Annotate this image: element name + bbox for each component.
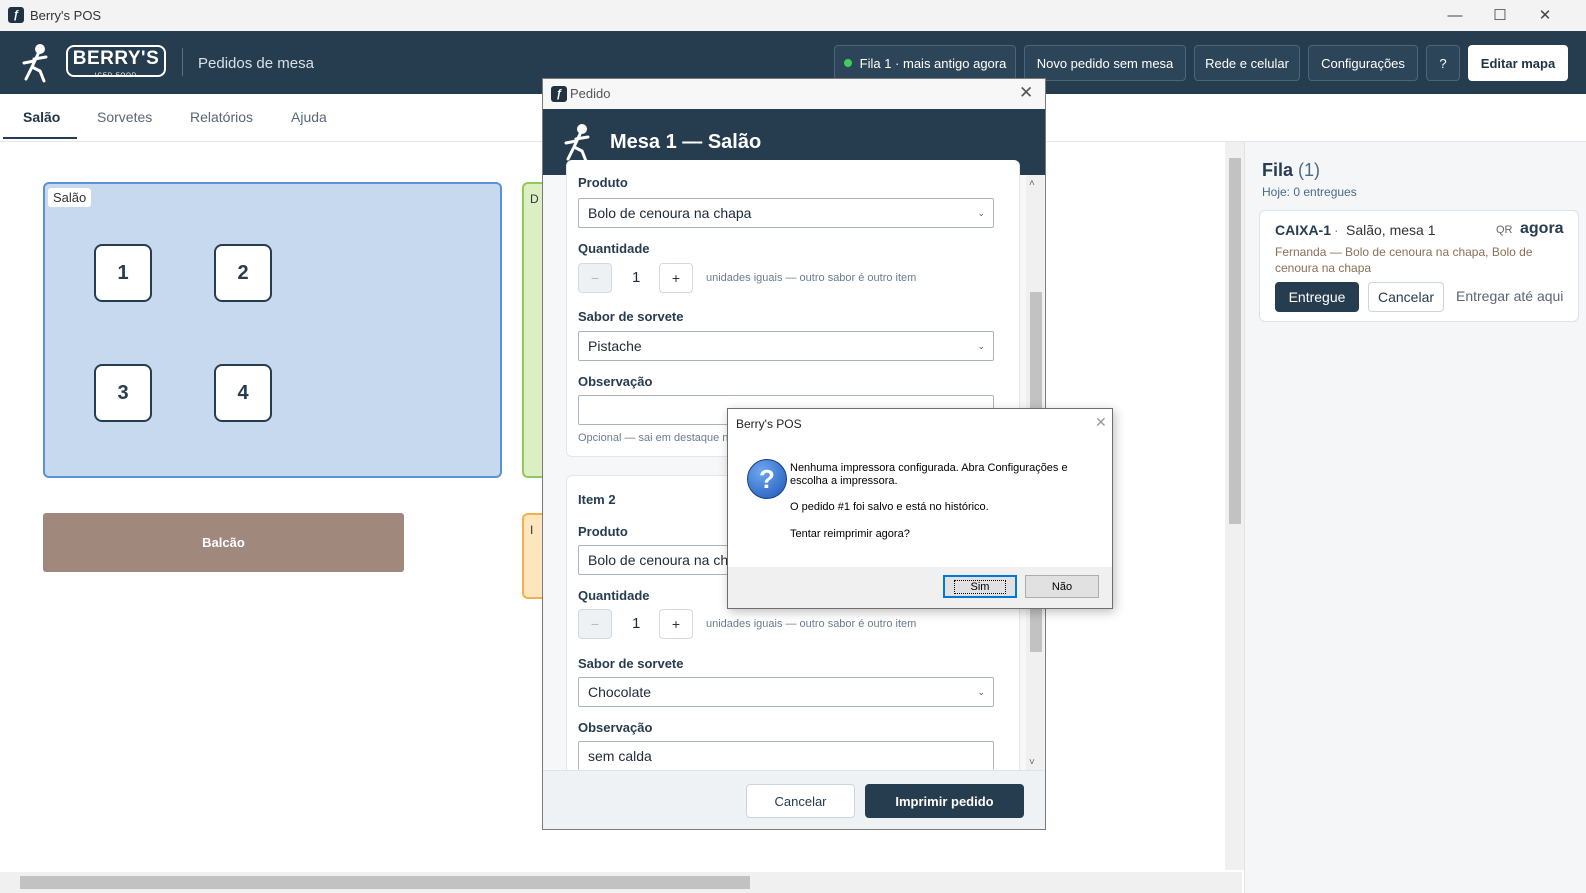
tab-ajuda[interactable]: Ajuda [291,109,327,125]
cancel-order-button[interactable]: Cancelar [1368,282,1444,312]
rede-celular-button[interactable]: Rede e celular [1194,45,1300,81]
window-titlebar: ƒ Berry's POS — ☐ ✕ [0,0,1586,31]
observacao-hint: Opcional — sai em destaque na [578,432,735,444]
pedido-window-title: Pedido [570,86,611,101]
observacao-label: Observação [578,720,653,735]
decrement-button-2[interactable]: − [578,609,612,639]
main-horizontal-scroll-thumb[interactable] [20,876,750,889]
app-icon: ƒ [8,7,24,23]
close-icon[interactable]: ✕ [1095,414,1107,431]
sabor-value-2: Chocolate [588,684,652,700]
close-window-button[interactable]: ✕ [1523,4,1567,26]
help-button[interactable]: ? [1426,45,1460,81]
quantidade-label: Quantidade [578,588,650,603]
increment-button-1[interactable]: + [659,263,693,293]
order-description: Fernanda — Bolo de cenoura na chapa, Bol… [1275,245,1533,275]
queue-count: (1) [1298,160,1321,180]
scroll-up-icon[interactable]: ˄ [1029,178,1035,189]
minimize-button[interactable]: — [1433,4,1477,26]
main-vertical-scroll-thumb[interactable] [1229,158,1241,524]
editar-mapa-button[interactable]: Editar mapa [1468,45,1568,81]
produto-value-1: Bolo de cenoura na chapa [588,205,752,221]
produto-select-1[interactable]: Bolo de cenoura na chapa ⌄ [578,198,994,228]
zone-orange[interactable]: I [522,513,542,599]
balcao-zone[interactable]: Balcão [43,513,404,572]
table-1[interactable]: 1 [94,244,152,302]
sabor-label: Sabor de sorvete [578,309,684,324]
order-time: agora [1520,220,1564,237]
fila-status-label: Fila 1 · mais antigo agora [859,55,1007,71]
quantidade-hint-2: unidades iguais — outro sabor é outro it… [706,618,917,630]
queue-subtitle: Hoje: 0 entregues [1262,185,1357,199]
chevron-down-icon: ⌄ [977,207,985,218]
sabor-select-1[interactable]: Pistache ⌄ [578,331,994,361]
status-dot-icon [843,59,852,67]
cancelar-button[interactable]: Cancelar [746,784,855,818]
sabor-value-1: Pistache [588,338,642,354]
imprimir-pedido-button[interactable]: Imprimir pedido [865,784,1024,818]
pedido-titlebar: ƒ Pedido ✕ [543,79,1045,109]
question-icon: ? [747,459,787,499]
observacao-label: Observação [578,374,653,389]
produto-label: Produto [578,524,628,539]
entregue-button[interactable]: Entregue [1275,282,1359,312]
sabor-select-2[interactable]: Chocolate ⌄ [578,677,994,707]
observacao-input-2[interactable]: sem calda [578,741,994,770]
maximize-button[interactable]: ☐ [1478,4,1522,26]
section-title: Pedidos de mesa [198,55,314,72]
tab-salao[interactable]: Salão [23,109,60,125]
app-icon: ƒ [551,86,567,102]
pedido-title: Mesa 1 — Salão [610,131,762,153]
close-icon[interactable]: ✕ [1019,83,1033,103]
active-tab-indicator [3,137,77,139]
message-line-2: O pedido #1 foi salvo e está no históric… [790,501,989,513]
chevron-down-icon: ⌄ [977,340,985,351]
table-2[interactable]: 2 [214,244,272,302]
zone-orange-label: I [530,523,534,537]
sim-button[interactable]: Sim [943,575,1017,598]
configuracoes-button[interactable]: Configurações [1308,45,1418,81]
table-4[interactable]: 4 [214,364,272,422]
quantidade-hint-1: unidades iguais — outro sabor é outro it… [706,272,917,284]
window-title: Berry's POS [30,8,102,23]
queue-title-text: Fila [1262,160,1294,180]
fila-status-button[interactable]: Fila 1 · mais antigo agora [834,45,1016,81]
header-divider [182,48,183,76]
decrement-button-1[interactable]: − [578,263,612,293]
message-line-3: Tentar reimprimir agora? [790,528,910,540]
message-box-title: Berry's POS [736,417,802,431]
table-3[interactable]: 3 [94,364,152,422]
logo-subtitle: ICED FOOD [94,73,138,79]
entregar-ate-aqui-link[interactable]: Entregar até aqui [1456,288,1563,304]
tab-sorvetes[interactable]: Sorvetes [97,109,152,125]
zone-salao[interactable] [43,182,502,478]
novo-pedido-button[interactable]: Novo pedido sem mesa [1024,45,1186,81]
mascot-icon [564,124,590,163]
item-2-title: Item 2 [578,492,616,507]
chevron-down-icon: ⌄ [977,686,985,697]
zone-salao-label: Salão [48,188,92,207]
zone-green[interactable]: D [522,182,542,478]
mascot-icon [22,44,48,83]
quantidade-value-2: 1 [632,615,641,632]
sabor-label: Sabor de sorvete [578,656,684,671]
tab-relatorios[interactable]: Relatórios [190,109,253,125]
order-qr-badge: QR [1496,224,1513,236]
order-location: Salão, mesa 1 [1346,222,1436,238]
increment-button-2[interactable]: + [659,609,693,639]
produto-label: Produto [578,175,628,190]
quantidade-label: Quantidade [578,241,650,256]
zone-green-label: D [530,192,539,206]
order-separator: · [1334,222,1339,238]
queue-title: Fila (1) [1262,160,1320,181]
message-line-1: Nenhuma impressora configurada. Abra Con… [790,462,1068,487]
scroll-down-icon[interactable]: ˅ [1029,757,1035,768]
quantidade-value-1: 1 [632,269,641,286]
order-id: CAIXA-1 [1275,222,1332,238]
sim-button-label: Sim [953,579,1007,594]
nao-button[interactable]: Não [1025,575,1099,598]
